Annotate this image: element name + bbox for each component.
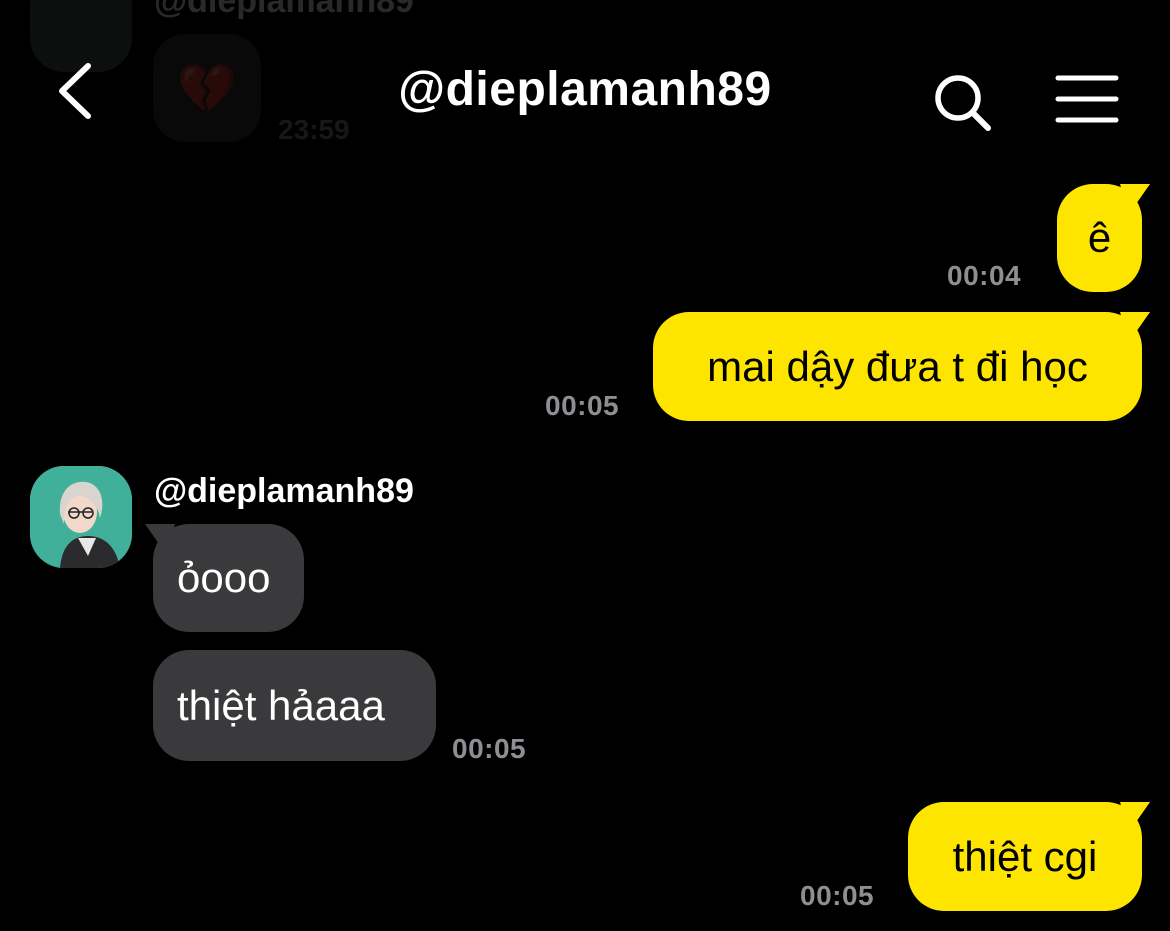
message-text: thiệt cgi — [952, 832, 1098, 880]
contact-avatar[interactable] — [30, 466, 132, 568]
message-text: mai dậy đưa t đi học — [707, 342, 1088, 390]
message-text: ê — [1087, 214, 1112, 261]
profile-photo — [30, 466, 132, 568]
hamburger-menu-icon — [1055, 75, 1119, 123]
menu-button[interactable] — [1054, 72, 1120, 128]
incoming-message-bubble[interactable]: thiệt hảaaa — [153, 650, 436, 761]
message-text: ỏooo — [177, 554, 271, 601]
search-button[interactable] — [930, 70, 996, 136]
message-text: thiệt hảaaa — [177, 681, 385, 729]
outgoing-message-bubble[interactable]: ê — [1057, 184, 1142, 292]
message-timestamp: 00:05 — [545, 390, 620, 421]
chat-header: @dieplamanh89 — [0, 0, 1170, 160]
message-timestamp: 00:05 — [800, 880, 875, 911]
contact-name: @dieplamanh89 — [154, 472, 414, 510]
incoming-message-bubble[interactable]: ỏooo — [153, 524, 304, 632]
message-timestamp: 00:04 — [947, 260, 1022, 291]
outgoing-message-bubble[interactable]: mai dậy đưa t đi học — [653, 312, 1142, 421]
chat-screen: @dieplamanh89 💔 23:59 @dieplamanh89 ê 00… — [0, 0, 1170, 931]
outgoing-message-bubble[interactable]: thiệt cgi — [908, 802, 1142, 911]
message-timestamp: 00:05 — [452, 733, 527, 764]
search-icon — [935, 75, 991, 131]
